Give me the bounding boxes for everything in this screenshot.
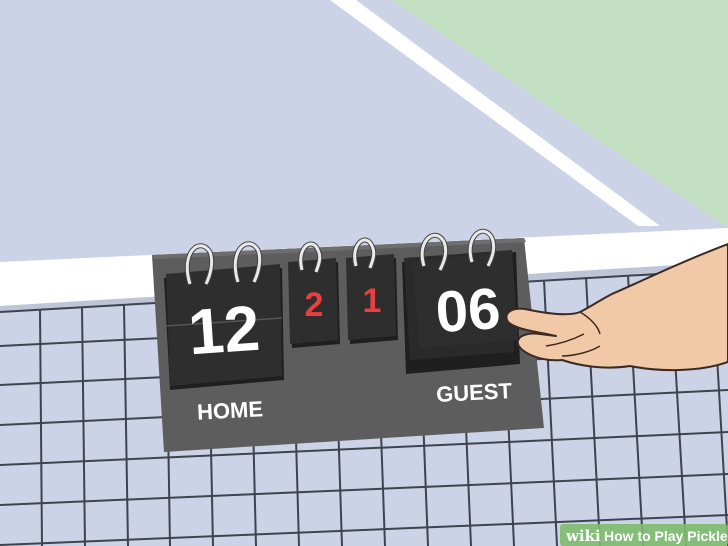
game-score-left-card: 2 (288, 258, 340, 348)
home-label: HOME (196, 396, 263, 424)
watermark-title: How to Play Pickle (604, 528, 728, 544)
watermark: wiki How to Play Pickle (560, 524, 728, 546)
home-score: 12 (186, 292, 262, 369)
guest-score-card: 06 (402, 250, 520, 374)
game-score-right: 1 (363, 282, 382, 320)
guest-label: GUEST (436, 378, 514, 407)
watermark-brand: wiki (565, 527, 601, 545)
game-score-left: 2 (305, 286, 324, 324)
home-score-card: 12 (164, 264, 284, 390)
scoreboard: 12 2 1 06 HOME GUEST (152, 228, 544, 452)
pickleball-scoreboard-illustration: 12 2 1 06 HOME GUEST wiki How to Play Pi… (0, 0, 728, 546)
guest-score: 06 (434, 276, 503, 345)
